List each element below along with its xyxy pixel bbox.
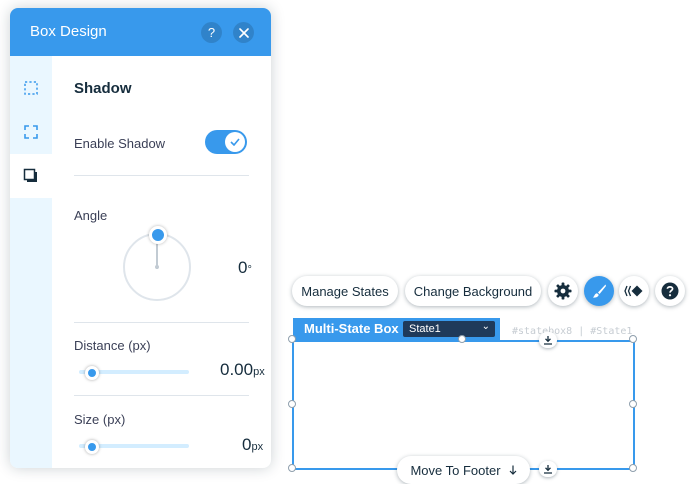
- shadow-icon: [23, 168, 37, 182]
- distance-value[interactable]: 0.00px: [220, 360, 265, 380]
- resize-handle-left[interactable]: [288, 400, 296, 408]
- download-icon: [544, 336, 552, 345]
- box-design-panel: Box Design ? Shadow Enable Shadow Angle …: [10, 8, 271, 468]
- angle-handle[interactable]: [149, 226, 167, 244]
- angle-unit: °: [247, 264, 252, 276]
- multistate-box[interactable]: [292, 340, 635, 470]
- help-button[interactable]: ?: [201, 22, 222, 43]
- divider: [74, 175, 249, 176]
- size-unit: px: [251, 441, 264, 453]
- resize-handle-top-left[interactable]: [288, 335, 296, 343]
- distance-label: Distance (px): [74, 338, 151, 353]
- change-background-button[interactable]: Change Background: [405, 276, 541, 306]
- chevron-down-icon: ⌄: [481, 321, 490, 332]
- help-label: ?: [207, 25, 216, 40]
- close-button[interactable]: [233, 22, 254, 43]
- enable-shadow-toggle[interactable]: [205, 130, 247, 154]
- divider: [74, 395, 249, 396]
- animation-icon: [624, 285, 643, 297]
- download-icon: [544, 465, 552, 474]
- design-button[interactable]: [584, 276, 614, 306]
- move-to-footer-label: Move To Footer: [410, 462, 501, 478]
- design-sidebar: [10, 56, 52, 468]
- resize-handle-top[interactable]: [458, 335, 466, 343]
- change-background-label: Change Background: [413, 283, 533, 299]
- sidebar-item-corners[interactable]: [10, 110, 52, 154]
- manage-states-button[interactable]: Manage States: [292, 276, 398, 306]
- help-circle-button[interactable]: [655, 276, 685, 306]
- element-id-label: #statebox8 | #State1: [512, 326, 633, 337]
- multistate-box-tag[interactable]: Multi-State Box State1 ⌄: [293, 318, 500, 340]
- distance-number: 0.00: [220, 360, 254, 379]
- angle-value: 0°: [238, 258, 252, 278]
- resize-handle-top-right[interactable]: [629, 335, 637, 343]
- manage-states-label: Manage States: [301, 283, 389, 299]
- close-icon: [238, 27, 249, 38]
- shadow-settings: Shadow Enable Shadow Angle 0° Distance (…: [52, 56, 271, 468]
- state-selected-value: State1: [409, 323, 441, 335]
- panel-header: Box Design ?: [10, 8, 271, 56]
- size-label: Size (px): [74, 412, 126, 427]
- attach-button[interactable]: [539, 332, 557, 348]
- size-value[interactable]: 0px: [242, 435, 263, 455]
- angle-label: Angle: [74, 208, 108, 223]
- enable-shadow-label: Enable Shadow: [74, 136, 166, 151]
- multistate-box-label: Multi-State Box: [304, 321, 399, 336]
- attach-bottom-button[interactable]: [539, 461, 557, 477]
- sidebar-item-shadow[interactable]: [10, 154, 52, 198]
- checkmark-icon: [230, 138, 240, 146]
- fill-opacity-icon: [24, 81, 38, 95]
- toggle-knob: [225, 132, 245, 152]
- state-dropdown[interactable]: State1 ⌄: [403, 321, 495, 337]
- distance-slider-handle[interactable]: [85, 366, 99, 380]
- corners-icon: [24, 125, 38, 139]
- panel-title: Box Design: [30, 23, 107, 40]
- divider: [74, 322, 249, 323]
- dial-center: [155, 265, 159, 269]
- settings-button[interactable]: [548, 276, 578, 306]
- gear-icon: [554, 282, 572, 300]
- resize-handle-right[interactable]: [629, 400, 637, 408]
- arrow-down-icon: [509, 465, 516, 475]
- brush-icon: [593, 284, 606, 298]
- size-slider-handle[interactable]: [85, 440, 99, 454]
- angle-dial[interactable]: [123, 226, 191, 301]
- help-icon: [661, 282, 679, 300]
- sidebar-item-fill[interactable]: [10, 66, 52, 110]
- resize-handle-bottom-left[interactable]: [288, 464, 296, 472]
- resize-handle-bottom-right[interactable]: [629, 464, 637, 472]
- animation-button[interactable]: [619, 276, 649, 306]
- distance-unit: px: [253, 366, 265, 378]
- section-title: Shadow: [74, 80, 132, 97]
